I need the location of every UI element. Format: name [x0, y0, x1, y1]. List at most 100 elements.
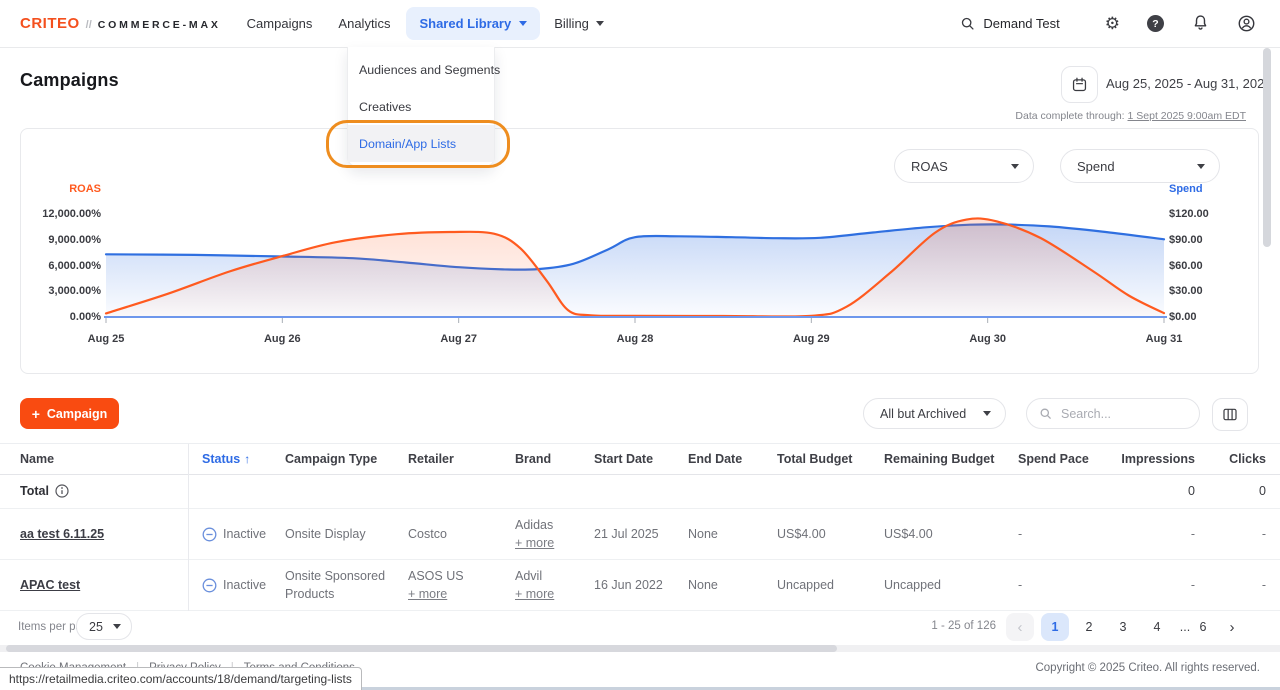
column-header-clicks[interactable]: Clicks — [1199, 444, 1280, 474]
cell-clicks: - — [1199, 509, 1280, 559]
browser-status-bubble: https://retailmedia.criteo.com/accounts/… — [0, 667, 362, 690]
column-header-label: Campaign Type — [285, 452, 377, 466]
logo-product-text: COMMERCE-MAX — [98, 19, 221, 31]
search-input[interactable] — [1059, 406, 1173, 422]
column-header-label: Spend Pace — [1018, 452, 1089, 466]
right-axis-tick: $120.00 — [1169, 207, 1209, 221]
status-url: https://retailmedia.criteo.com/accounts/… — [9, 672, 352, 686]
pagination-range: 1 - 25 of 126 — [896, 620, 996, 632]
chevron-down-icon — [983, 411, 991, 416]
more-link[interactable]: + more — [515, 534, 554, 552]
gear-icon[interactable]: ⚙ — [1105, 15, 1120, 32]
cell-spend_pace: - — [1006, 509, 1123, 559]
column-header-spend_pace[interactable]: Spend Pace — [1006, 444, 1123, 474]
cell-status: Inactive — [188, 509, 273, 559]
minus-circle-icon — [202, 527, 217, 542]
column-header-remaining_budget[interactable]: Remaining Budget — [872, 444, 1006, 474]
column-header-start_date[interactable]: Start Date — [582, 444, 676, 474]
left-axis-tick: 9,000.00% — [21, 233, 101, 247]
performance-chart-card: ROAS Spend ROAS Spend 12,000.00%9,000.00… — [20, 128, 1259, 374]
data-complete-label: Data complete through: — [1015, 110, 1124, 122]
pagination-page-6[interactable]: 6 — [1189, 613, 1217, 641]
left-axis-tick: 3,000.00% — [21, 284, 101, 298]
frozen-column-divider — [188, 444, 189, 611]
cell-end_date: None — [676, 509, 765, 559]
top-navigation-bar: CRITEO // COMMERCE-MAX Campaigns Analyti… — [0, 0, 1280, 48]
column-header-impressions[interactable]: Impressions — [1123, 444, 1199, 474]
account-search[interactable]: Demand Test — [960, 16, 1059, 31]
column-header-label: End Date — [688, 452, 742, 466]
x-axis-label: Aug 30 — [953, 333, 1023, 345]
campaign-name-link[interactable]: aa test 6.11.25 — [20, 525, 104, 543]
minus-circle-icon — [202, 578, 217, 593]
nav-item-analytics[interactable]: Analytics — [338, 16, 390, 31]
cell-start_date: 16 Jun 2022 — [582, 560, 676, 610]
cell-text: 16 Jun 2022 — [594, 576, 663, 594]
x-axis-label: Aug 29 — [776, 333, 846, 345]
column-header-label: Start Date — [594, 452, 653, 466]
info-icon[interactable] — [55, 484, 69, 498]
table-header-row: NameStatus↑ Campaign Type Retailer Brand Sta… — [0, 444, 1280, 475]
x-axis-label: Aug 25 — [71, 333, 141, 345]
pagination-page-4[interactable]: 4 — [1143, 613, 1171, 641]
vertical-scrollbar-thumb[interactable] — [1263, 48, 1271, 247]
account-icon[interactable] — [1237, 14, 1256, 33]
topbar-right-cluster: Demand Test ⚙ ? — [960, 14, 1256, 33]
column-header-end_date[interactable]: End Date — [676, 444, 765, 474]
logo-brand-text: CRITEO — [20, 15, 80, 32]
column-header-label: Retailer — [408, 452, 454, 466]
campaign-name-link[interactable]: APAC test — [20, 576, 80, 594]
total-cell-impressions: 0 — [1123, 474, 1199, 508]
column-header-status[interactable]: Status↑ — [188, 444, 273, 474]
more-link[interactable]: + more — [408, 585, 447, 603]
cell-text: Uncapped — [777, 576, 834, 594]
cell-retailer: ASOS US+ more — [396, 560, 503, 610]
right-axis-tick: $60.00 — [1169, 259, 1203, 273]
table-total-row: Total00 — [0, 474, 1280, 509]
pagination-page-3[interactable]: 3 — [1109, 613, 1137, 641]
pagination-prev-button[interactable]: ‹ — [1006, 613, 1034, 641]
column-header-label: Status — [202, 452, 240, 466]
cell-text: Uncapped — [884, 576, 941, 594]
pagination-page-1[interactable]: 1 — [1041, 613, 1069, 641]
campaigns-table: NameStatus↑ Campaign Type Retailer Brand Sta… — [0, 443, 1280, 611]
column-settings-button[interactable] — [1212, 398, 1248, 431]
criteo-logo[interactable]: CRITEO // COMMERCE-MAX — [20, 15, 221, 32]
column-header-campaign_type[interactable]: Campaign Type — [273, 444, 396, 474]
x-axis-label: Aug 26 — [247, 333, 317, 345]
pagination-next-button[interactable]: › — [1218, 613, 1246, 641]
cell-impressions: - — [1123, 509, 1199, 559]
pagination-page-2[interactable]: 2 — [1075, 613, 1103, 641]
data-complete-link[interactable]: 1 Sept 2025 9:00am EDT — [1128, 110, 1247, 122]
cell-text: Costco — [408, 525, 447, 543]
cell-status: Inactive — [188, 560, 273, 610]
bell-icon[interactable] — [1191, 14, 1210, 33]
menu-item-domain-app-lists[interactable]: Domain/App Lists — [348, 125, 494, 162]
nav-item-billing[interactable]: Billing — [554, 16, 604, 31]
nav-item-shared-library[interactable]: Shared Library — [406, 7, 540, 40]
date-picker-button[interactable] — [1061, 66, 1098, 103]
column-header-name[interactable]: Name — [0, 444, 188, 474]
cell-clicks: - — [1199, 560, 1280, 610]
shared-library-menu: Audiences and Segments Creatives Domain/… — [347, 47, 495, 167]
cell-campaign_type: Onsite Sponsored Products — [273, 560, 396, 610]
archive-filter-select[interactable]: All but Archived — [863, 398, 1006, 429]
cell-name: aa test 6.11.25 — [0, 509, 188, 559]
cell-text: ASOS US — [408, 567, 464, 585]
column-header-retailer[interactable]: Retailer — [396, 444, 503, 474]
nav-item-campaigns[interactable]: Campaigns — [247, 16, 313, 31]
menu-item-audiences-and-segments[interactable]: Audiences and Segments — [348, 51, 494, 88]
total-cell-clicks: 0 — [1199, 474, 1280, 508]
table-row: APAC test InactiveOnsite Sponsored Produc… — [0, 560, 1280, 611]
horizontal-scrollbar-track[interactable] — [0, 645, 1280, 652]
date-range-value[interactable]: Aug 25, 2025 - Aug 31, 2025 — [1106, 76, 1272, 91]
horizontal-scrollbar-thumb[interactable] — [6, 645, 837, 652]
column-header-total_budget[interactable]: Total Budget — [765, 444, 872, 474]
page-title: Campaigns — [20, 70, 119, 91]
column-header-brand[interactable]: Brand — [503, 444, 582, 474]
items-per-page-select[interactable]: 25 — [76, 613, 132, 640]
menu-item-creatives[interactable]: Creatives — [348, 88, 494, 125]
more-link[interactable]: + more — [515, 585, 554, 603]
add-campaign-button[interactable]: + Campaign — [20, 398, 119, 429]
help-icon[interactable]: ? — [1147, 15, 1164, 32]
